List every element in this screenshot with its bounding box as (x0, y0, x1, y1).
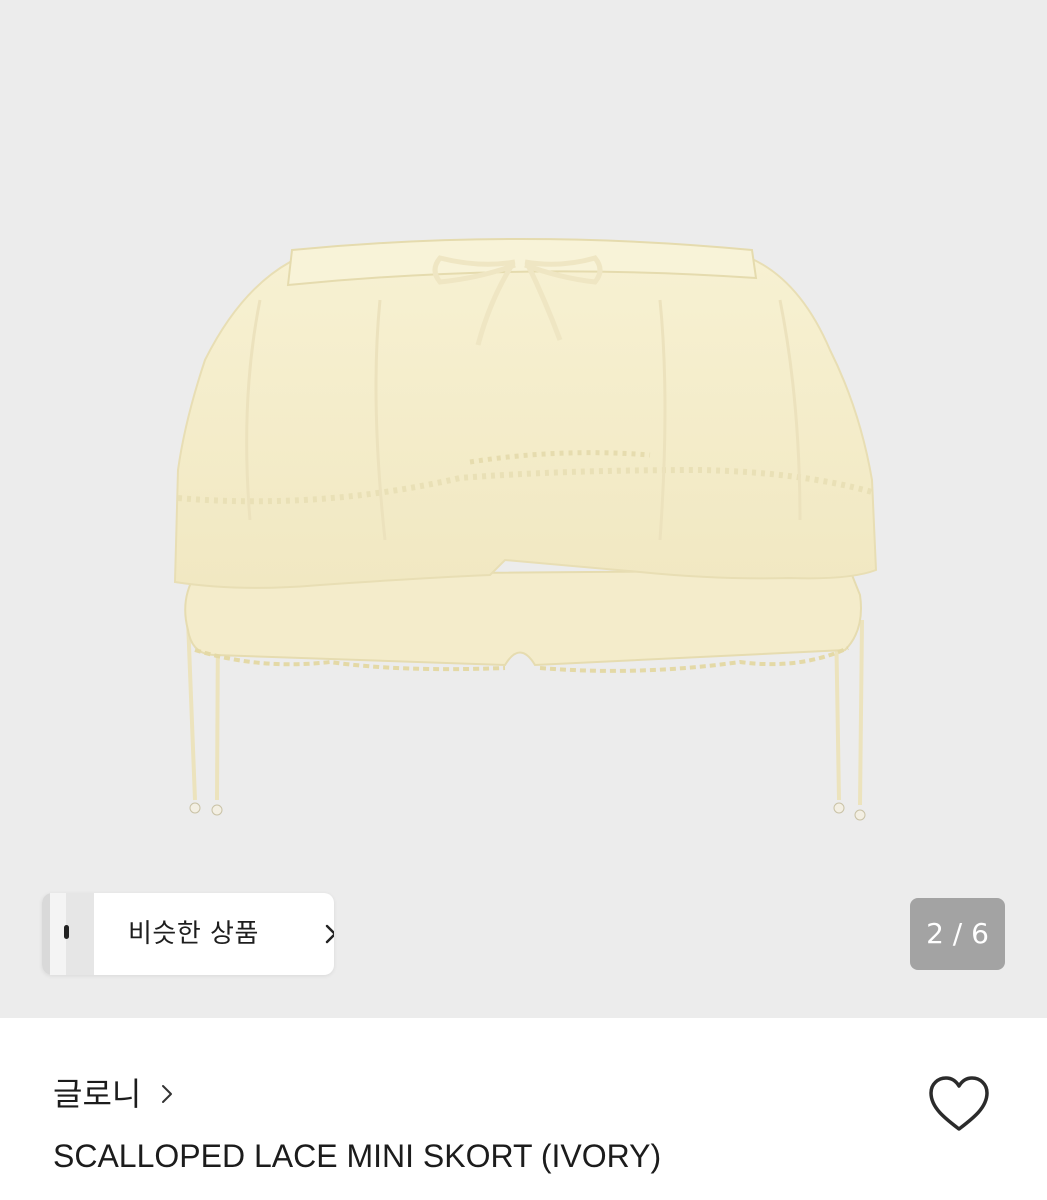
product-detail-page: 비슷한 상품 2 / 6 글로니 SCALLOPED LACE MINI SKO… (0, 0, 1047, 1200)
similar-products-label: 비슷한 상품 (128, 919, 259, 949)
product-image-gallery[interactable]: 비슷한 상품 2 / 6 (0, 0, 1047, 1018)
product-photo[interactable] (0, 0, 1047, 1018)
heart-outline-icon[interactable] (926, 1074, 992, 1134)
similar-products-button[interactable]: 비슷한 상품 (42, 893, 334, 975)
brand-link[interactable]: 글로니 (53, 1074, 174, 1114)
product-info: 글로니 SCALLOPED LACE MINI SKORT (IVORY) (0, 1018, 1047, 1200)
chevron-right-icon (325, 924, 334, 944)
product-title: SCALLOPED LACE MINI SKORT (IVORY) (53, 1138, 662, 1174)
similar-product-thumbnail (42, 893, 94, 975)
chevron-right-icon (162, 1085, 173, 1103)
brand-name: 글로니 (53, 1075, 142, 1113)
ruffled-skirt (173, 256, 878, 589)
image-page-counter: 2 / 6 (910, 898, 1005, 970)
